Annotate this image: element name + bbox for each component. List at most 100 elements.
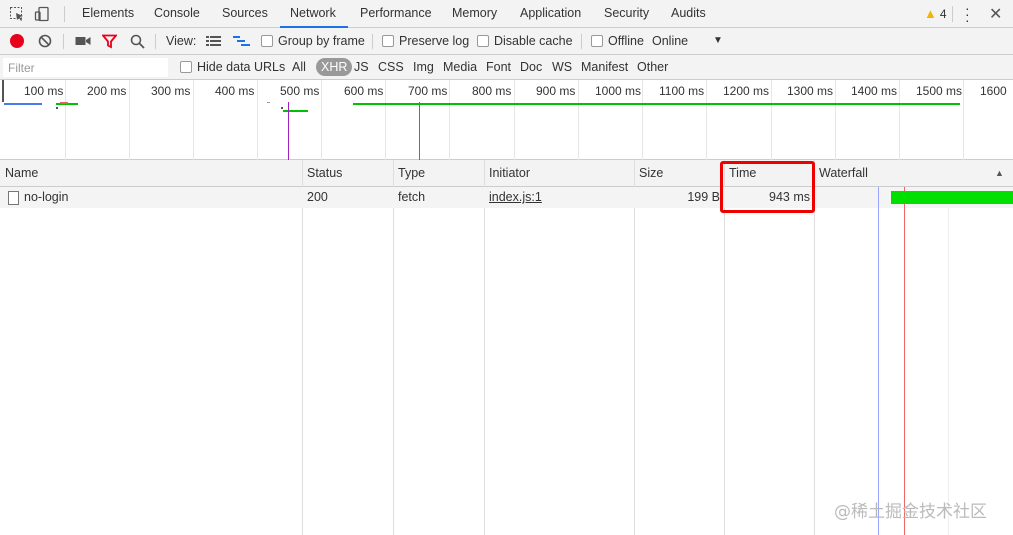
search-icon[interactable] xyxy=(130,34,145,49)
preserve-log-checkbox[interactable]: Preserve log xyxy=(382,28,469,54)
screenshot-camera-icon[interactable] xyxy=(75,35,91,47)
checkbox-box[interactable] xyxy=(261,35,273,47)
grid-line xyxy=(771,80,772,160)
table-row[interactable]: no-login 200 fetch index.js:1 199 B 943 … xyxy=(0,187,1013,208)
filter-type-img[interactable]: Img xyxy=(413,55,434,79)
filter-bar: Hide data URLs All XHR JS CSS Img Media … xyxy=(0,55,1013,80)
waterfall-grid-line xyxy=(948,187,949,535)
overview-waterfall-icon[interactable] xyxy=(233,35,250,47)
tab-memory[interactable]: Memory xyxy=(452,0,497,28)
checkbox-box[interactable] xyxy=(382,35,394,47)
tab-network[interactable]: Network xyxy=(280,0,348,28)
request-status: 200 xyxy=(307,190,328,204)
column-header-size[interactable]: Size xyxy=(634,160,663,186)
filter-type-doc[interactable]: Doc xyxy=(520,55,542,79)
throttling-select[interactable]: Online xyxy=(652,28,688,54)
tick-label: 1000 ms xyxy=(595,84,642,98)
close-icon[interactable]: ✕ xyxy=(989,4,1002,24)
requests-table-header: Name Status Type Initiator Size Time Wat… xyxy=(0,160,1013,187)
chevron-down-icon[interactable]: ▼ xyxy=(713,28,723,54)
column-header-waterfall[interactable]: Waterfall xyxy=(814,160,868,186)
sort-ascending-icon[interactable]: ▲ xyxy=(995,160,1004,186)
overview-dot xyxy=(281,107,283,109)
overview-dot xyxy=(267,102,270,103)
column-header-status[interactable]: Status xyxy=(302,160,342,186)
column-divider[interactable] xyxy=(814,160,815,535)
tab-console[interactable]: Console xyxy=(154,0,200,28)
request-initiator-link[interactable]: index.js:1 xyxy=(489,187,542,208)
tab-security[interactable]: Security xyxy=(604,0,649,28)
overview-bar xyxy=(4,103,42,105)
grid-line xyxy=(65,80,66,160)
warning-icon: ▲ xyxy=(924,6,937,21)
preserve-log-label: Preserve log xyxy=(399,34,470,48)
record-icon[interactable] xyxy=(10,34,24,48)
document-icon xyxy=(8,191,19,205)
checkbox-box[interactable] xyxy=(477,35,489,47)
overview-bar xyxy=(353,103,960,105)
grid-line xyxy=(321,80,322,160)
grid-line xyxy=(129,80,130,160)
load-event-line xyxy=(904,187,905,535)
filter-type-font[interactable]: Font xyxy=(486,55,511,79)
tick-label: 1300 ms xyxy=(787,84,834,98)
group-by-frame-checkbox[interactable]: Group by frame xyxy=(261,28,365,54)
disable-cache-checkbox[interactable]: Disable cache xyxy=(477,28,573,54)
warning-count: 4 xyxy=(939,7,947,21)
warnings-counter[interactable]: ▲ 4 xyxy=(924,6,947,21)
request-name[interactable]: no-login xyxy=(24,187,68,208)
column-header-name[interactable]: Name xyxy=(0,160,38,186)
tab-elements[interactable]: Elements xyxy=(82,0,134,28)
divider xyxy=(64,6,65,22)
divider xyxy=(372,34,373,49)
tick-label: 1500 ms xyxy=(916,84,963,98)
filter-type-js[interactable]: JS xyxy=(354,55,369,79)
devtools-tabbar: Elements Console Sources Network Perform… xyxy=(0,0,1013,28)
group-by-frame-label: Group by frame xyxy=(278,34,365,48)
hide-data-urls-checkbox[interactable]: Hide data URLs xyxy=(180,55,285,79)
column-divider[interactable] xyxy=(484,160,485,535)
column-divider[interactable] xyxy=(634,160,635,535)
large-rows-icon[interactable] xyxy=(206,35,221,47)
checkbox-box[interactable] xyxy=(591,35,603,47)
filter-type-media[interactable]: Media xyxy=(443,55,477,79)
filter-type-all[interactable]: All xyxy=(292,55,306,79)
tab-performance[interactable]: Performance xyxy=(360,0,432,28)
tab-application[interactable]: Application xyxy=(520,0,581,28)
filter-type-ws[interactable]: WS xyxy=(552,55,572,79)
tab-sources[interactable]: Sources xyxy=(222,0,268,28)
filter-type-other[interactable]: Other xyxy=(637,55,668,79)
inspect-element-icon[interactable] xyxy=(9,6,25,22)
tick-label: 600 ms xyxy=(344,84,384,98)
throttling-value: Online xyxy=(652,34,689,48)
grid-line xyxy=(385,80,386,160)
tick-label: 1100 ms xyxy=(659,84,705,98)
column-divider[interactable] xyxy=(724,160,725,535)
column-header-type[interactable]: Type xyxy=(393,160,425,186)
overview-left-handle[interactable] xyxy=(2,80,4,102)
column-divider[interactable] xyxy=(393,160,394,535)
filter-type-xhr[interactable]: XHR xyxy=(316,58,353,76)
column-header-initiator[interactable]: Initiator xyxy=(484,160,530,186)
filter-type-manifest[interactable]: Manifest xyxy=(581,55,628,79)
filter-type-css[interactable]: CSS xyxy=(378,55,404,79)
device-toolbar-icon[interactable] xyxy=(34,6,50,22)
grid-line xyxy=(514,80,515,160)
filter-input[interactable] xyxy=(3,58,168,77)
offline-checkbox[interactable]: Offline xyxy=(591,28,644,54)
column-divider[interactable] xyxy=(302,160,303,535)
tick-label: 1400 ms xyxy=(851,84,898,98)
timeline-overview[interactable]: 100 ms 200 ms 300 ms 400 ms 500 ms 600 m… xyxy=(0,80,1013,160)
disable-cache-label: Disable cache xyxy=(494,34,573,48)
overview-bar xyxy=(283,110,308,112)
checkbox-box[interactable] xyxy=(180,61,192,73)
grid-line xyxy=(257,80,258,160)
tick-label: 100 ms xyxy=(24,84,64,98)
tab-audits[interactable]: Audits xyxy=(671,0,706,28)
tick-label: 200 ms xyxy=(87,84,127,98)
waterfall-bar[interactable] xyxy=(891,191,1013,204)
filter-funnel-icon[interactable] xyxy=(102,34,117,49)
more-options-icon[interactable]: · · · xyxy=(965,1,970,27)
clear-icon[interactable] xyxy=(38,34,52,48)
request-type: fetch xyxy=(398,190,426,204)
